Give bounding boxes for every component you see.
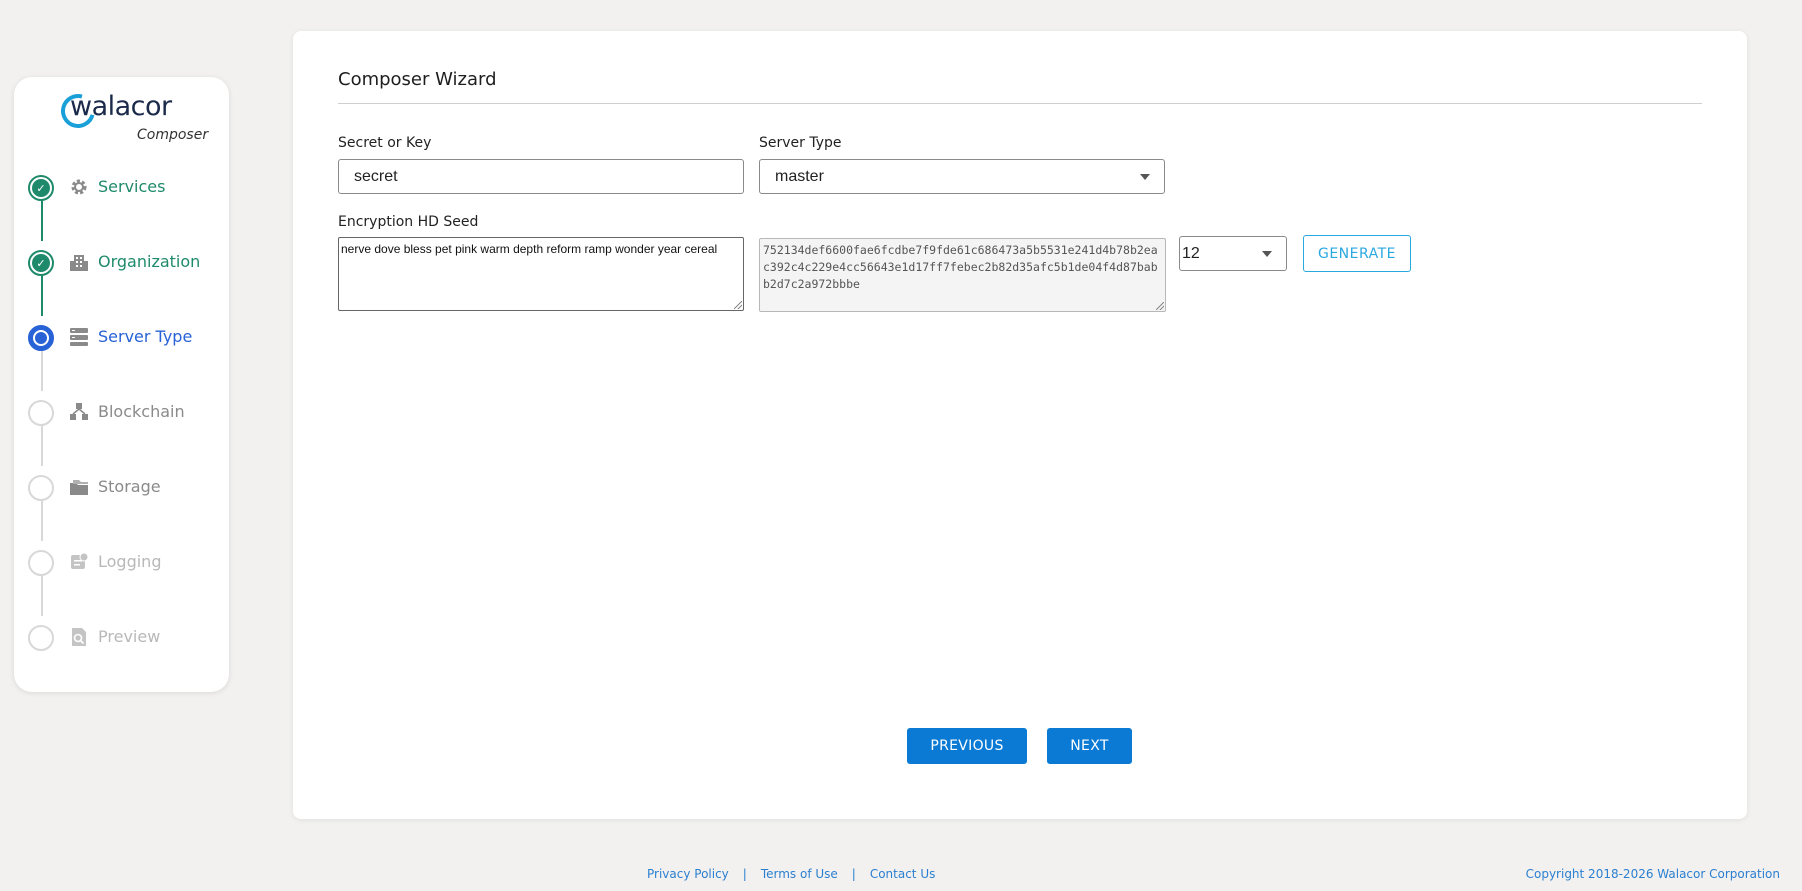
step-blockchain[interactable]: Blockchain xyxy=(14,392,229,432)
secret-label: Secret or Key xyxy=(338,135,432,151)
seed-phrase-textarea[interactable]: nerve dove bless pet pink warm depth ref… xyxy=(338,237,744,311)
step-label: Logging xyxy=(98,552,162,571)
footer-separator: | xyxy=(851,867,856,881)
terms-of-use-link[interactable]: Terms of Use xyxy=(761,867,838,881)
contact-us-link[interactable]: Contact Us xyxy=(870,867,936,881)
logo-text: walacor xyxy=(70,91,172,122)
logging-icon xyxy=(71,552,89,569)
wizard-card: Composer Wizard Secret or Key secret Ser… xyxy=(293,31,1747,819)
step-connector xyxy=(41,501,43,541)
step-label: Preview xyxy=(98,627,161,646)
step-connector xyxy=(41,351,43,391)
step-label: Organization xyxy=(98,252,201,271)
step-label: Services xyxy=(98,177,166,196)
generate-button[interactable]: GENERATE xyxy=(1303,235,1411,272)
wizard-sidebar: walacor Composer ✓ Services ✓ Organizati… xyxy=(14,77,229,692)
copyright-text: Copyright 2018-2026 Walacor Corporation xyxy=(1525,867,1780,881)
step-connector xyxy=(41,426,43,466)
privacy-policy-link[interactable]: Privacy Policy xyxy=(647,867,729,881)
server-type-select[interactable]: master xyxy=(759,159,1165,194)
step-complete-check-icon: ✓ xyxy=(28,250,54,276)
server-icon xyxy=(70,328,88,346)
blockchain-icon xyxy=(70,403,88,420)
step-label: Server Type xyxy=(98,327,193,346)
logo-subtitle: Composer xyxy=(137,127,209,143)
step-organization[interactable]: ✓ Organization xyxy=(14,242,229,282)
next-button[interactable]: NEXT xyxy=(1047,728,1132,764)
step-server-type[interactable]: Server Type xyxy=(14,317,229,357)
step-connector xyxy=(41,276,43,316)
step-label: Blockchain xyxy=(98,402,185,421)
step-storage[interactable]: Storage xyxy=(14,467,229,507)
seed-label: Encryption HD Seed xyxy=(338,214,479,230)
seed-phrase-text: nerve dove bless pet pink warm depth ref… xyxy=(341,242,718,256)
server-type-label: Server Type xyxy=(759,135,842,151)
secret-value: secret xyxy=(354,167,398,185)
word-count-value: 12 xyxy=(1182,244,1200,262)
secret-input[interactable]: secret xyxy=(338,159,744,194)
gear-icon xyxy=(71,179,87,195)
walacor-logo: walacor Composer xyxy=(47,85,217,145)
word-count-select[interactable]: 12 xyxy=(1179,236,1287,271)
step-pending-circle-icon xyxy=(28,625,54,651)
page-title: Composer Wizard xyxy=(338,69,497,90)
building-icon xyxy=(70,255,88,271)
title-divider xyxy=(338,103,1702,104)
preview-icon xyxy=(72,628,86,646)
step-connector xyxy=(41,576,43,616)
step-complete-check-icon: ✓ xyxy=(28,175,54,201)
step-label: Storage xyxy=(98,477,161,496)
step-pending-circle-icon xyxy=(28,400,54,426)
resize-handle-icon[interactable] xyxy=(734,301,742,309)
step-preview[interactable]: Preview xyxy=(14,617,229,657)
previous-button[interactable]: PREVIOUS xyxy=(907,728,1027,764)
footer-links: Privacy Policy | Terms of Use | Contact … xyxy=(647,867,935,881)
step-logging[interactable]: Logging xyxy=(14,542,229,582)
storage-icon xyxy=(70,480,88,495)
step-pending-circle-icon xyxy=(28,550,54,576)
step-current-indicator-icon xyxy=(28,325,54,351)
caret-down-icon xyxy=(1140,174,1150,180)
caret-down-icon xyxy=(1262,251,1272,257)
resize-handle-icon[interactable] xyxy=(1156,302,1164,310)
step-connector xyxy=(41,201,43,241)
server-type-value: master xyxy=(775,167,824,185)
seed-hex-text: 752134def6600fae6fcdbe7f9fde61c686473a5b… xyxy=(763,243,1158,291)
footer-separator: | xyxy=(742,867,747,881)
step-services[interactable]: ✓ Services xyxy=(14,167,229,207)
seed-hex-textarea[interactable]: 752134def6600fae6fcdbe7f9fde61c686473a5b… xyxy=(759,238,1166,312)
step-pending-circle-icon xyxy=(28,475,54,501)
